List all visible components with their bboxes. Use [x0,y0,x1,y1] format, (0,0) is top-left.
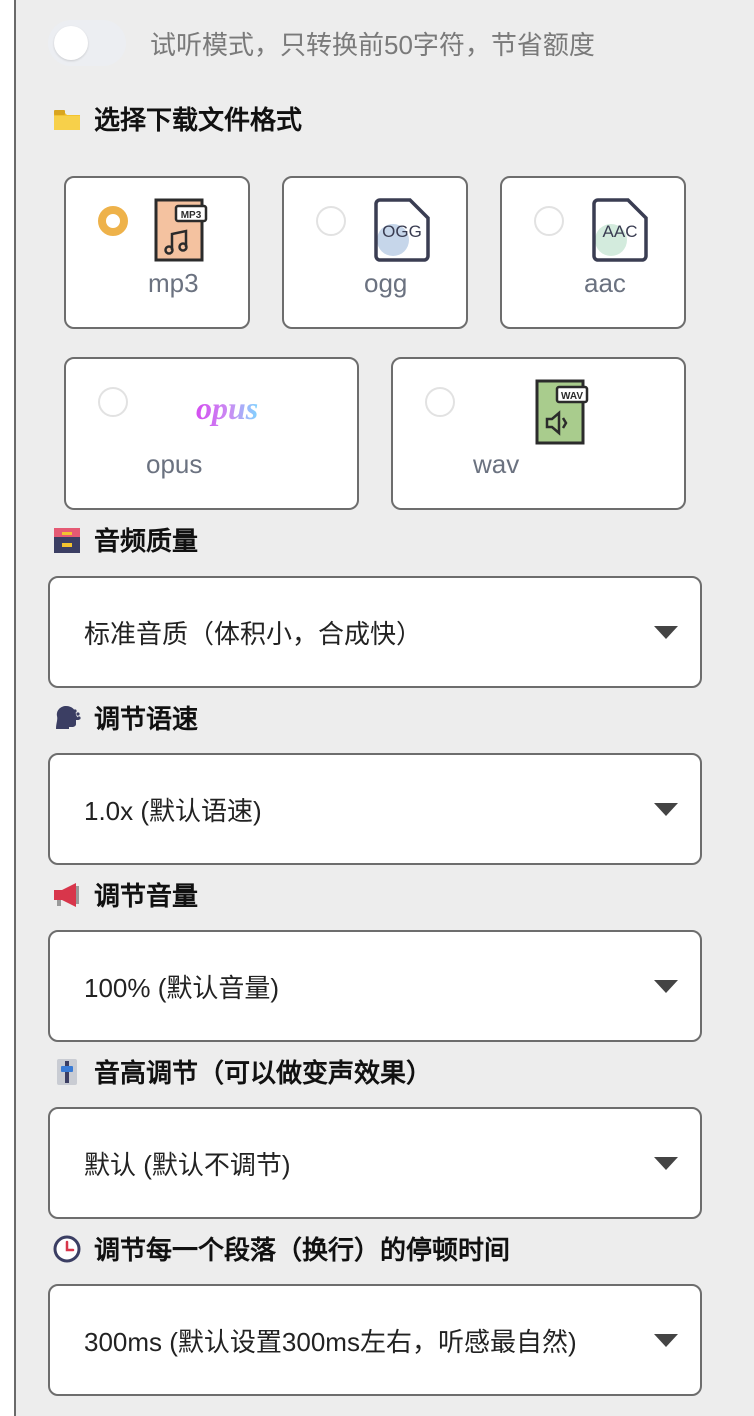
volume-select[interactable]: 100% (默认音量) [48,930,702,1042]
wav-icon-text: WAV [561,391,583,402]
format-option-opus[interactable]: opus opus [64,357,359,510]
pitch-heading: 音高调节（可以做变声效果） [52,1053,432,1090]
toggle-knob [54,26,88,60]
opus-logo-icon: opus [196,390,258,426]
opus-logo-text: opus [196,390,258,426]
mp3-file-icon: MP3 [154,198,208,262]
pause-select[interactable]: 300ms (默认设置300ms左右，听感最自然) [48,1284,702,1396]
volume-select-value: 100% (默认音量) [84,972,280,1003]
volume-heading: 调节音量 [52,876,198,913]
pause-select-value: 300ms (默认设置300ms左右，听感最自然) [84,1326,577,1357]
pitch-select[interactable]: 默认 (默认不调节) [48,1107,702,1219]
mp3-icon-text: MP3 [181,210,202,221]
format-heading: 选择下载文件格式 [52,100,302,137]
radio-opus[interactable] [98,387,128,417]
chevron-down-icon [654,980,678,993]
wav-file-icon: WAV [535,379,589,445]
format-option-wav[interactable]: WAV wav [391,357,686,510]
format-heading-text: 选择下载文件格式 [94,105,303,135]
file-box-icon [54,527,80,553]
speaking-head-icon [56,705,81,729]
pause-heading: 调节每一个段落（换行）的停顿时间 [52,1230,510,1267]
format-label-wav: wav [473,449,520,479]
radio-mp3[interactable] [98,206,128,236]
loudspeaker-icon [54,882,79,907]
format-option-aac[interactable]: AAC aac [500,176,686,329]
format-label-ogg: ogg [364,268,408,298]
chevron-down-icon [654,803,678,816]
quality-select-value: 标准音质（体积小，合成快） [84,618,423,649]
chevron-down-icon [654,1334,678,1347]
format-option-mp3[interactable]: MP3 mp3 [64,176,250,329]
left-border [0,0,16,1416]
speed-select[interactable]: 1.0x (默认语速) [48,753,702,865]
volume-heading-text: 调节音量 [94,881,199,911]
clock-icon [53,1235,81,1262]
format-label-aac: aac [584,268,626,298]
chevron-down-icon [654,1157,678,1170]
ogg-icon-text: OGG [382,222,422,241]
chevron-down-icon [654,626,678,639]
radio-aac[interactable] [534,206,564,236]
folder-icon [54,109,80,130]
speed-select-value: 1.0x (默认语速) [84,795,262,826]
radio-ogg[interactable] [316,206,346,236]
aac-file-icon: AAC [592,198,648,262]
preview-mode-toggle[interactable] [48,20,126,66]
ogg-file-icon: OGG [374,198,430,262]
level-slider-icon [57,1058,77,1085]
speed-heading: 调节语速 [52,699,198,736]
speed-heading-text: 调节语速 [94,704,199,734]
preview-mode-row: 试听模式，只转换前50字符，节省额度 [48,18,595,68]
pause-heading-text: 调节每一个段落（换行）的停顿时间 [94,1235,511,1265]
quality-heading-text: 音频质量 [94,526,199,556]
pitch-select-value: 默认 (默认不调节) [84,1149,291,1180]
preview-mode-label: 试听模式，只转换前50字符，节省额度 [150,29,595,60]
aac-icon-text: AAC [603,222,638,241]
format-label-mp3: mp3 [148,268,199,298]
quality-heading: 音频质量 [52,521,198,558]
radio-wav[interactable] [425,387,455,417]
format-label-opus: opus [146,449,203,479]
pitch-heading-text: 音高调节（可以做变声效果） [94,1058,433,1088]
format-option-ogg[interactable]: OGG ogg [282,176,468,329]
quality-select[interactable]: 标准音质（体积小，合成快） [48,576,702,688]
